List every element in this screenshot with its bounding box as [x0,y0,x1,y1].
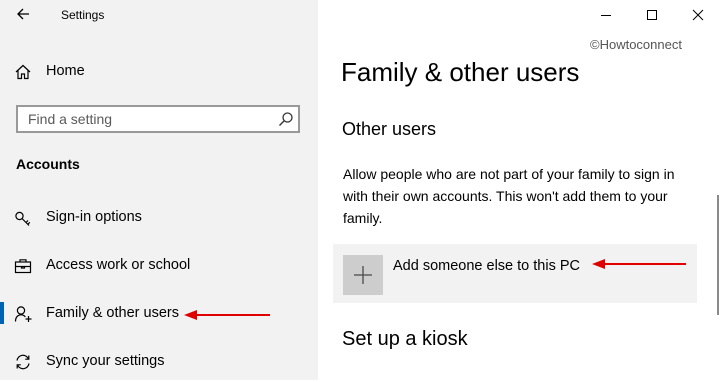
annotation-arrow-icon [592,259,686,269]
sidebar-item-label: Family & other users [46,305,179,321]
annotation-arrow-icon [184,310,270,320]
sidebar-item-label: Home [46,63,85,79]
maximize-icon [647,10,657,20]
kiosk-heading: Set up a kiosk [342,328,468,350]
sidebar-item-sign-in-options[interactable]: Sign-in options [0,198,318,238]
sync-icon [16,354,30,370]
sidebar-item-label: Sync your settings [46,353,165,369]
maximize-button[interactable] [629,0,675,30]
key-icon [15,211,31,226]
app-title: Settings [61,8,105,22]
add-user-label: Add someone else to this PC [393,258,580,274]
back-button[interactable] [16,7,36,25]
sidebar-item-label: Access work or school [46,257,191,273]
section-heading: Accounts [16,156,80,172]
other-users-description: Allow people who are not part of your fa… [343,166,675,226]
search-icon[interactable] [278,111,294,127]
close-button[interactable] [675,0,721,30]
briefcase-icon [14,259,32,274]
plus-tile [343,255,383,295]
sidebar-item-label: Sign-in options [46,209,142,225]
plus-icon [354,266,372,284]
minimize-button[interactable] [583,0,629,30]
back-arrow-icon [17,8,29,20]
minimize-icon [601,15,611,16]
home-icon [15,64,31,80]
other-users-heading: Other users [342,119,437,139]
watermark: ©Howtoconnect [590,37,682,52]
sidebar-item-sync-settings[interactable]: Sync your settings [0,342,318,382]
scrollbar[interactable] [717,195,719,315]
sidebar-item-home[interactable]: Home [0,52,318,92]
add-someone-else-button[interactable]: Add someone else to this PC [333,244,697,303]
search-box[interactable] [16,105,300,133]
sidebar-item-access-work[interactable]: Access work or school [0,246,318,286]
search-input[interactable] [18,107,278,131]
add-person-icon [14,306,32,322]
close-icon [692,9,704,21]
navigation-pane: Settings Home Accounts Sign-in options A… [0,0,318,380]
page-title: Family & other users [341,57,580,87]
